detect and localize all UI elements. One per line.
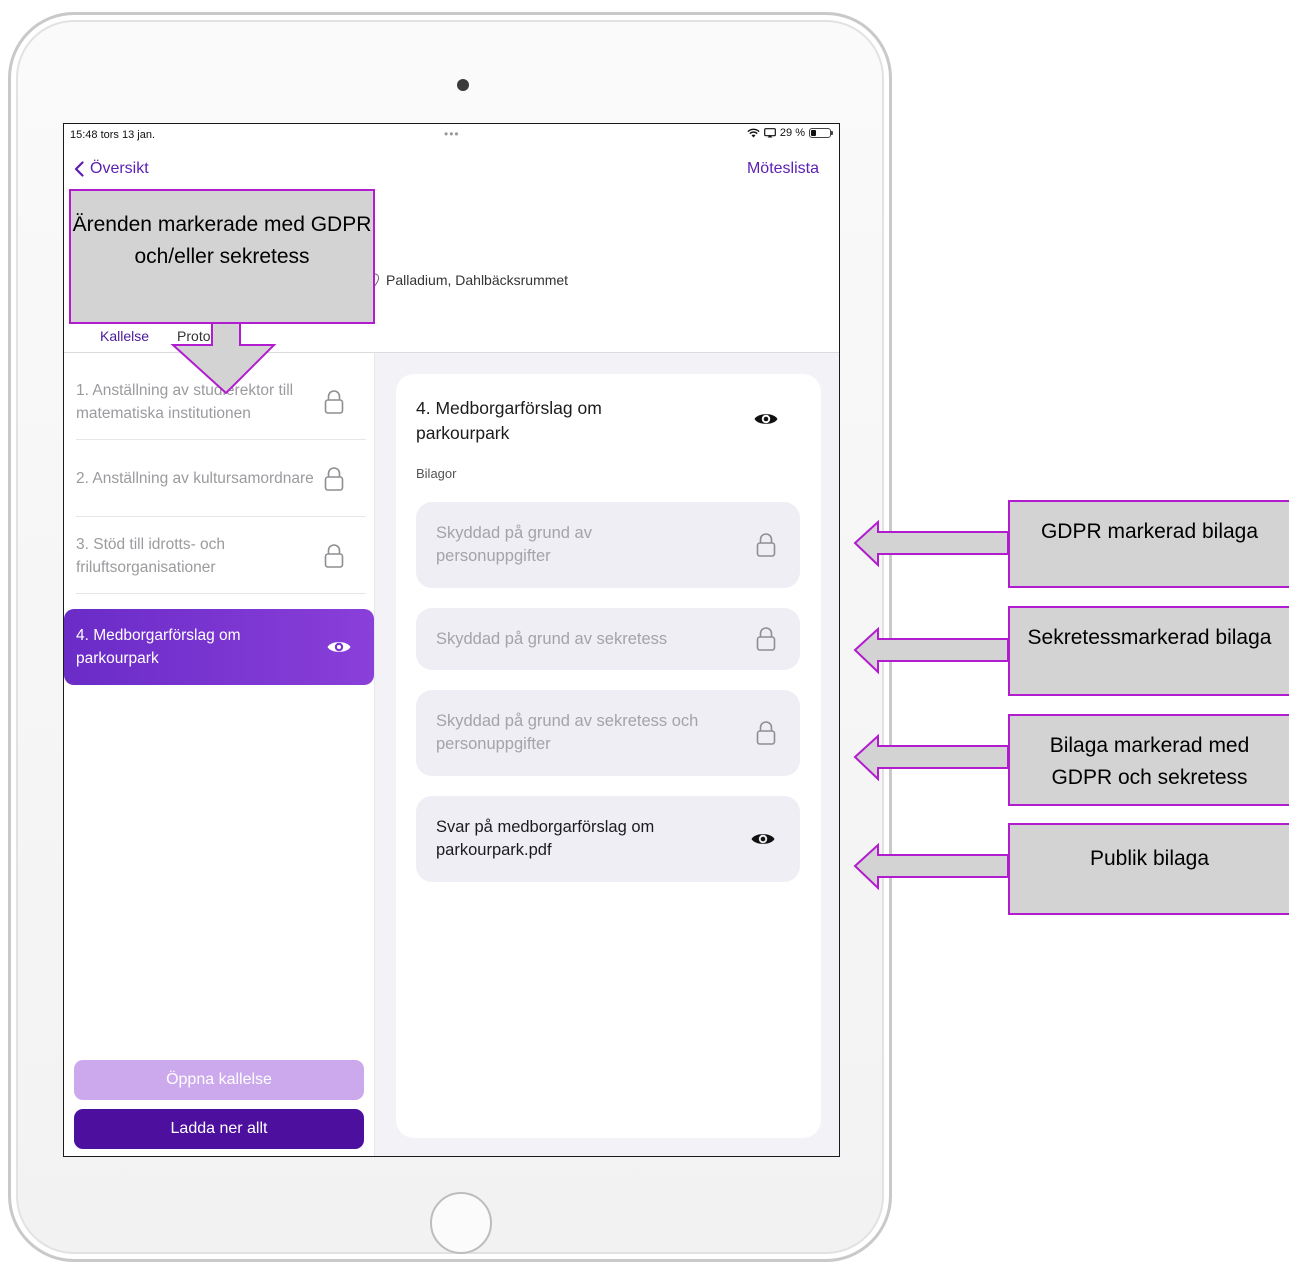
meeting-list-button[interactable]: Möteslista: [747, 160, 819, 178]
status-indicators: 29 %: [747, 127, 833, 139]
eye-icon[interactable]: [753, 410, 779, 428]
status-time: 15:48 tors 13 jan.: [70, 129, 156, 141]
wifi-icon: [747, 128, 760, 138]
open-kallelse-button[interactable]: Öppna kallelse: [74, 1060, 364, 1100]
lock-icon: [324, 466, 344, 491]
battery-percent: 29 %: [779, 127, 805, 139]
lock-icon: [324, 543, 344, 568]
callout-top-text: Ärenden markerade med GDPR och/eller sek…: [72, 213, 372, 268]
agenda-item-title: 2. Anställning av kultursamordnare: [76, 470, 314, 487]
battery-level: [811, 130, 817, 136]
attachment-gdpr-secrecy[interactable]: Skyddad på grund av sekretess och person…: [416, 690, 800, 776]
callout-secrecy: Sekretessmarkerad bilaga: [1008, 606, 1289, 696]
back-label: Översikt: [90, 160, 149, 177]
attachment-gdpr[interactable]: Skyddad på grund av personuppgifter: [416, 502, 800, 588]
lock-icon: [756, 533, 776, 557]
callout-both: Bilaga markerad med GDPR och sekretess: [1008, 714, 1289, 806]
agenda-item-1[interactable]: 1. Anställning av studierektor till mate…: [76, 364, 366, 440]
detail-pane: 4. Medborgarförslag om parkourpark Bilag…: [375, 353, 839, 1156]
agenda-item-3[interactable]: 3. Stöd till idrotts- och friluftsorgani…: [76, 518, 366, 594]
home-button[interactable]: [430, 1192, 492, 1254]
multitasking-dots[interactable]: •••: [444, 127, 460, 141]
lock-icon: [324, 389, 344, 414]
callout-both-text: Bilaga markerad med GDPR och sekretess: [1049, 734, 1250, 789]
camera-dot: [457, 79, 469, 91]
agenda-item-4[interactable]: 4. Medborgarförslag om parkourpark: [64, 609, 374, 685]
battery-icon: [809, 128, 833, 138]
callout-public: Publik bilaga: [1008, 823, 1289, 915]
agenda-item-title: 3. Stöd till idrotts- och friluftsorgani…: [76, 535, 226, 576]
eye-icon: [327, 642, 351, 652]
agenda-list: 1. Anställning av studierektor till mate…: [64, 353, 375, 1156]
attachments-label: Bilagor: [416, 466, 457, 481]
callout-public-text: Publik bilaga: [1089, 847, 1210, 870]
lock-icon: [756, 721, 776, 745]
detail-card: 4. Medborgarförslag om parkourpark Bilag…: [396, 374, 821, 1138]
attachment-public[interactable]: Svar på medborgarförslag om parkourpark.…: [416, 796, 800, 882]
tab-bar: Kallelse Protokoll: [86, 324, 246, 354]
chevron-left-icon: [74, 161, 84, 177]
lock-icon: [756, 627, 776, 651]
callout-top: Ärenden markerade med GDPR och/eller sek…: [69, 189, 375, 324]
meeting-location: Palladium, Dahlbäcksrummet: [370, 272, 568, 288]
detail-title: 4. Medborgarförslag om parkourpark: [416, 398, 602, 443]
attachment-text: Svar på medborgarförslag om parkourpark.…: [436, 818, 655, 859]
callout-secrecy-text: Sekretessmarkerad bilaga: [1027, 626, 1272, 649]
back-button[interactable]: Översikt: [74, 160, 149, 178]
agenda-item-title: 1. Anställning av studierektor till mate…: [76, 381, 294, 422]
tab-kallelse[interactable]: Kallelse: [86, 324, 164, 354]
eye-icon: [751, 834, 775, 844]
status-bar: 15:48 tors 13 jan. ••• 29 %: [64, 124, 839, 146]
navigation-bar: Översikt Möteslista: [64, 154, 839, 184]
screen-mirroring-icon: [764, 128, 776, 138]
agenda-item-title: 4. Medborgarförslag om parkourpark: [76, 627, 241, 667]
download-all-button[interactable]: Ladda ner allt: [74, 1109, 364, 1149]
callout-gdpr: GDPR markerad bilaga: [1008, 500, 1289, 588]
attachment-text: Skyddad på grund av sekretess och person…: [436, 712, 699, 753]
attachment-secrecy[interactable]: Skyddad på grund av sekretess: [416, 608, 800, 670]
agenda-item-2[interactable]: 2. Anställning av kultursamordnare: [76, 441, 366, 517]
tab-protokoll[interactable]: Protokoll: [163, 324, 245, 354]
callout-gdpr-text: GDPR markerad bilaga: [1040, 520, 1259, 543]
location-text: Palladium, Dahlbäcksrummet: [386, 272, 569, 288]
attachment-text: Skyddad på grund av sekretess: [436, 629, 668, 648]
attachment-text: Skyddad på grund av personuppgifter: [436, 524, 592, 565]
